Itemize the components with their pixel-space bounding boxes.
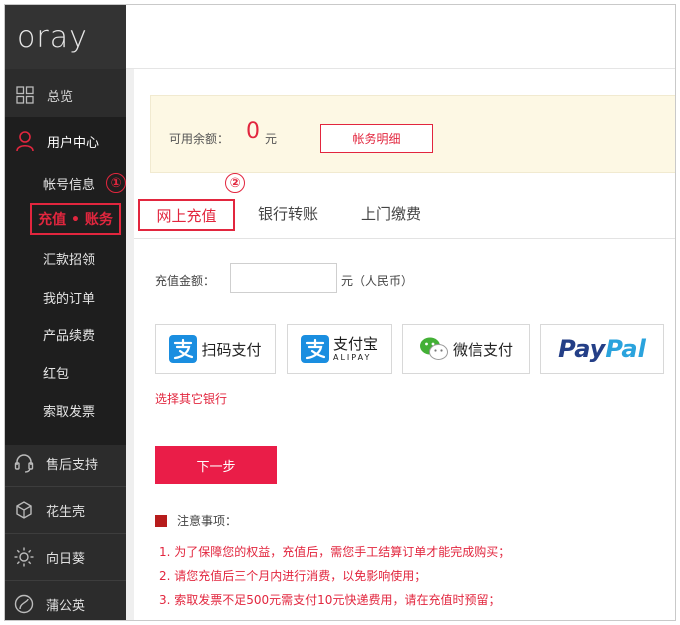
tab-door-payment[interactable]: 上门缴费 — [361, 203, 421, 224]
pay-method-paypal[interactable]: PayPal — [540, 324, 664, 374]
notice-item: 1. 为了保障您的权益，充值后，需您手工结算订单才能完成购买； — [159, 545, 511, 559]
main-content: 可用余额： 0 元 帐务明细 ② 网上充值 银行转账 上门缴费 充值金额： 元（… — [134, 69, 675, 620]
user-center-section: 用户中心 — [5, 117, 126, 445]
pay-method-label: 微信支付 — [452, 340, 513, 359]
sidebar-item-label: 总览 — [47, 89, 74, 105]
sidebar-item-label: 售后支持 — [46, 457, 99, 473]
pay-method-scan[interactable]: 扫码支付 — [155, 324, 276, 374]
oray-logo[interactable]: oray — [5, 5, 126, 69]
app-frame: oray 总览 用户中心 帐号信息 ① 充值 • 账务 汇款招领 我的订单 产品… — [4, 4, 676, 621]
peanut-shell-icon — [16, 501, 32, 519]
sidebar-item-user-center[interactable]: 用户中心 — [5, 117, 126, 165]
amount-unit: 元（人民币） — [341, 274, 414, 288]
content-gutter — [126, 69, 134, 620]
notice-title: 注意事项： — [177, 514, 238, 528]
sidebar-item-invoice[interactable]: 索取发票 — [43, 401, 95, 420]
alipay-icon — [300, 335, 329, 363]
amount-input[interactable] — [230, 263, 337, 293]
balance-unit: 元 — [265, 132, 278, 146]
grid-icon — [16, 86, 34, 104]
pay-method-wechat[interactable]: 微信支付 — [402, 324, 530, 374]
sidebar: oray 总览 用户中心 帐号信息 ① 充值 • 账务 汇款招领 我的订单 产品… — [5, 5, 126, 620]
pay-method-label: 支付宝 — [332, 334, 378, 353]
sunflower-icon — [14, 547, 34, 567]
payment-tabs: 网上充值 银行转账 上门缴费 — [134, 193, 675, 239]
sidebar-item-label: 花生壳 — [46, 504, 86, 520]
sidebar-item-label: 向日葵 — [46, 551, 86, 567]
balance-label: 可用余额： — [169, 132, 230, 146]
sidebar-item-overview[interactable]: 总览 — [5, 73, 126, 117]
sidebar-item-red-packet[interactable]: 红包 — [43, 363, 69, 382]
next-step-button[interactable]: 下一步 — [155, 446, 277, 484]
top-header — [126, 5, 675, 69]
annotation-marker-1: ① — [106, 173, 126, 193]
sidebar-item-my-orders[interactable]: 我的订单 — [43, 288, 95, 307]
other-bank-link[interactable]: 选择其它银行 — [155, 390, 227, 407]
notice-heading: 注意事项： — [155, 512, 237, 529]
sidebar-item-label: 用户中心 — [47, 135, 100, 151]
sidebar-item-label: 蒲公英 — [46, 598, 86, 614]
dandelion-icon — [14, 594, 34, 614]
sidebar-item-support[interactable]: 售后支持 — [5, 440, 126, 486]
tab-bank-transfer[interactable]: 银行转账 — [258, 203, 318, 224]
balance-value: 0 — [246, 119, 260, 144]
pay-method-sublabel: ALIPAY — [332, 352, 372, 362]
pay-method-alipay[interactable]: 支付宝 ALIPAY — [287, 324, 392, 374]
user-icon — [16, 131, 34, 152]
paypal-logo: PayPal — [558, 335, 646, 363]
logo-text: oray — [17, 19, 88, 55]
sidebar-item-sunlogin[interactable]: 向日葵 — [5, 534, 126, 580]
sidebar-item-pgy[interactable]: 蒲公英 — [5, 581, 126, 620]
billing-detail-button[interactable]: 帐务明细 — [320, 124, 433, 153]
alipay-icon — [169, 335, 198, 363]
headset-icon — [14, 454, 34, 473]
sidebar-item-recharge-billing[interactable]: 充值 • 账务 — [30, 203, 121, 235]
sidebar-item-renewal[interactable]: 产品续费 — [43, 325, 95, 344]
sidebar-item-remittance[interactable]: 汇款招领 — [43, 249, 95, 268]
sidebar-item-phddns[interactable]: 花生壳 — [5, 487, 126, 533]
wechat-icon — [419, 337, 448, 360]
alipay-wordmark: 支付宝 ALIPAY — [332, 334, 378, 362]
amount-label: 充值金额： — [155, 274, 216, 288]
annotation-marker-2: ② — [225, 173, 245, 193]
pay-method-label: 扫码支付 — [201, 340, 262, 359]
info-icon — [155, 514, 167, 527]
tab-online-recharge[interactable]: 网上充值 — [138, 199, 235, 231]
notice-item: 2. 请您充值后三个月内进行消费，以免影响使用； — [159, 569, 427, 583]
notice-item: 3. 索取发票不足500元需支付10元快递费用，请在充值时预留； — [159, 593, 501, 607]
sidebar-item-account-info[interactable]: 帐号信息 — [43, 174, 95, 193]
balance-panel: 可用余额： 0 元 帐务明细 — [150, 95, 675, 173]
